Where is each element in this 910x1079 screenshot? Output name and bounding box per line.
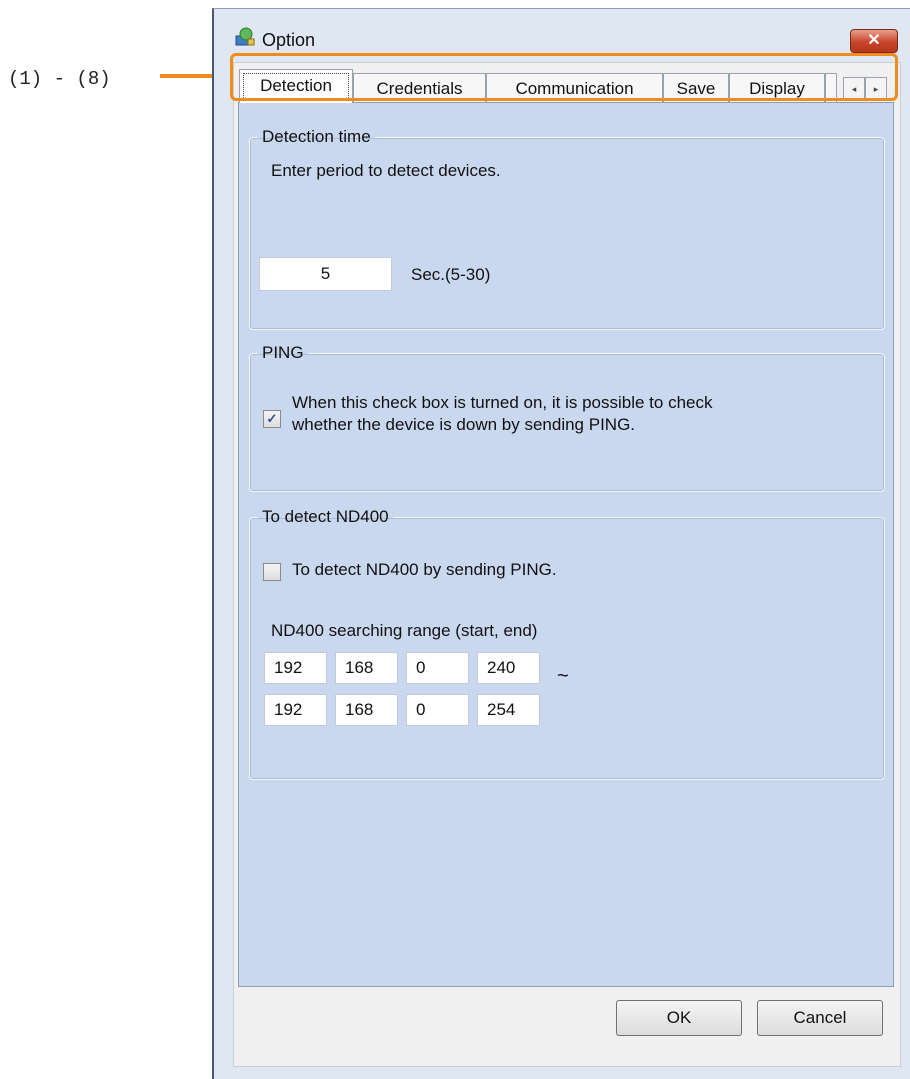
callout-label: (1) - (8) xyxy=(8,68,111,90)
cancel-button[interactable]: Cancel xyxy=(757,1000,883,1036)
nd400-ping-checkbox[interactable] xyxy=(263,563,281,581)
group-title: PING xyxy=(262,343,304,362)
range-end-octet-1[interactable]: 192 xyxy=(264,694,327,726)
group-nd400: To detect ND400 xyxy=(249,507,885,780)
nd400-checkbox-label: To detect ND400 by sending PING. xyxy=(292,560,557,579)
close-button[interactable]: ✕ xyxy=(850,29,898,53)
window-title: Option xyxy=(262,30,316,50)
app-icon xyxy=(235,27,255,46)
detection-time-input[interactable]: 5 xyxy=(259,257,392,291)
dialog-client-area: Detection Credentials Communication Save… xyxy=(233,62,901,1067)
ok-button[interactable]: OK xyxy=(616,1000,742,1036)
range-start-octet-4[interactable]: 240 xyxy=(477,652,540,684)
range-end-octet-4[interactable]: 254 xyxy=(477,694,540,726)
group-title: Detection time xyxy=(262,127,371,146)
nd400-range-label: ND400 searching range (start, end) xyxy=(271,621,538,640)
option-dialog: Option ✕ Detection Credentials Communica… xyxy=(212,8,910,1079)
range-start-octet-1[interactable]: 192 xyxy=(264,652,327,684)
check-icon: ✓ xyxy=(266,411,278,426)
ping-checkbox[interactable]: ✓ xyxy=(263,410,281,428)
close-icon: ✕ xyxy=(867,32,881,49)
range-tilde: ~ xyxy=(557,665,569,687)
range-start-octet-3[interactable]: 0 xyxy=(406,652,469,684)
range-start-octet-2[interactable]: 168 xyxy=(335,652,398,684)
range-end-octet-2[interactable]: 168 xyxy=(335,694,398,726)
group-title: To detect ND400 xyxy=(262,507,389,526)
detection-time-unit: Sec.(5-30) xyxy=(411,265,491,284)
group-detection-time: Detection time xyxy=(249,127,885,330)
tab-panel-detection: Detection time Enter period to detect de… xyxy=(238,102,894,987)
detection-description: Enter period to detect devices. xyxy=(271,161,501,180)
ping-description-line2: whether the device is down by sending PI… xyxy=(292,415,636,434)
range-end-octet-3[interactable]: 0 xyxy=(406,694,469,726)
title-bar: Option ✕ xyxy=(214,9,910,55)
ping-description-line1: When this check box is turned on, it is … xyxy=(292,393,713,412)
callout-highlight-box xyxy=(230,53,898,101)
